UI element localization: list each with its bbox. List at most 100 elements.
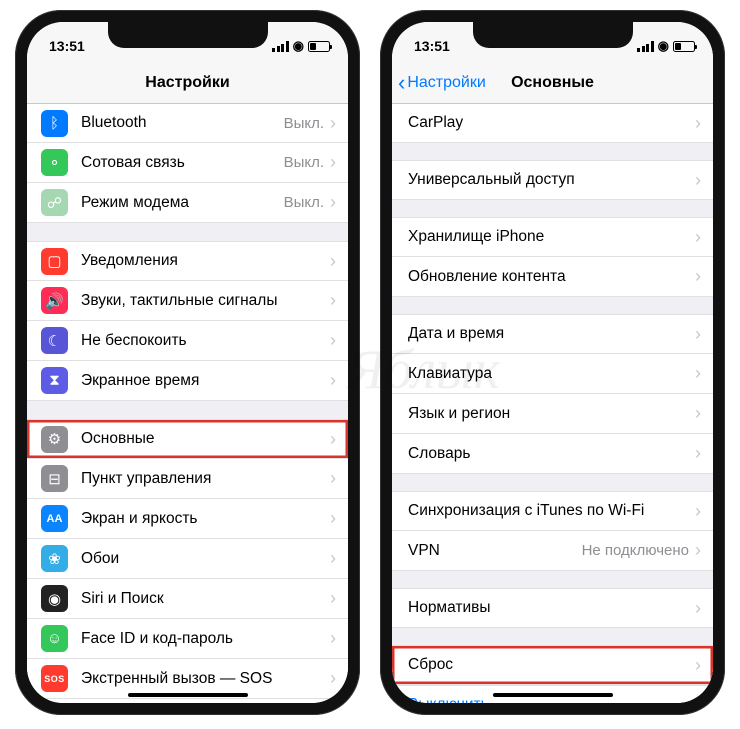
settings-row[interactable]: Дата и время› — [392, 314, 713, 354]
row-label: Не беспокоить — [81, 332, 330, 350]
settings-list[interactable]: ᛒBluetoothВыкл.›⚬Сотовая связьВыкл.›☍Реж… — [27, 104, 348, 703]
battery-icon — [308, 41, 330, 52]
row-label: Режим модема — [81, 194, 284, 212]
row-label: Выключить — [408, 696, 701, 703]
chevron-right-icon: › — [695, 443, 701, 464]
chevron-right-icon: › — [695, 324, 701, 345]
row-label: Экран и яркость — [81, 510, 330, 528]
settings-row[interactable]: ☺Face ID и код-пароль› — [27, 619, 348, 659]
chevron-right-icon: › — [330, 192, 336, 213]
settings-row[interactable]: ⚙Основные› — [27, 419, 348, 459]
settings-row[interactable]: ☍Режим модемаВыкл.› — [27, 183, 348, 223]
chevron-left-icon: ‹ — [398, 72, 405, 94]
home-indicator[interactable] — [493, 693, 613, 698]
settings-row[interactable]: Клавиатура› — [392, 354, 713, 394]
row-label: Дата и время — [408, 325, 695, 343]
phone-right: 13:51 ◉ ‹ Настройки Основные CarPlay›Уни… — [380, 10, 725, 715]
chevron-right-icon: › — [330, 113, 336, 134]
row-label: Обновление контента — [408, 268, 695, 286]
sounds-icon: 🔊 — [41, 287, 68, 314]
settings-row[interactable]: CarPlay› — [392, 104, 713, 143]
dnd-icon: ☾ — [41, 327, 68, 354]
notch — [108, 22, 268, 48]
settings-row[interactable]: Хранилище iPhone› — [392, 217, 713, 257]
back-button[interactable]: ‹ Настройки — [398, 62, 486, 103]
row-label: Сотовая связь — [81, 154, 284, 172]
chevron-right-icon: › — [330, 152, 336, 173]
chevron-right-icon: › — [330, 548, 336, 569]
row-label: Хранилище iPhone — [408, 228, 695, 246]
general-icon: ⚙ — [41, 426, 68, 453]
bluetooth-icon: ᛒ — [41, 110, 68, 137]
chevron-right-icon: › — [695, 540, 701, 561]
status-time: 13:51 — [414, 38, 450, 54]
hotspot-icon: ☍ — [41, 189, 68, 216]
navbar: Настройки — [27, 62, 348, 104]
row-label: Словарь — [408, 445, 695, 463]
settings-row[interactable]: ⊟Пункт управления› — [27, 459, 348, 499]
row-label: Экстренный вызов — SOS — [81, 670, 330, 688]
row-label: Язык и регион — [408, 405, 695, 423]
navbar: ‹ Настройки Основные — [392, 62, 713, 104]
settings-row[interactable]: ☾ Не беспокоить› — [27, 321, 348, 361]
settings-row[interactable]: Нормативы› — [392, 588, 713, 628]
settings-row[interactable]: ⧗Экранное время› — [27, 361, 348, 401]
home-indicator[interactable] — [128, 693, 248, 698]
chevron-right-icon: › — [695, 227, 701, 248]
chevron-right-icon: › — [330, 429, 336, 450]
cellular-icon: ⚬ — [41, 149, 68, 176]
chevron-right-icon: › — [695, 598, 701, 619]
settings-row[interactable]: Язык и регион› — [392, 394, 713, 434]
settings-row[interactable]: ᛒBluetoothВыкл.› — [27, 104, 348, 143]
chevron-right-icon: › — [330, 588, 336, 609]
row-value: Выкл. — [284, 154, 324, 171]
row-label: Обои — [81, 550, 330, 568]
faceid-icon: ☺ — [41, 625, 68, 652]
notifications-icon: ▢ — [41, 248, 68, 275]
chevron-right-icon: › — [695, 113, 701, 134]
settings-row[interactable]: Обновление контента› — [392, 257, 713, 297]
navbar-title: Настройки — [145, 74, 229, 92]
chevron-right-icon: › — [695, 403, 701, 424]
row-label: CarPlay — [408, 114, 695, 132]
chevron-right-icon: › — [330, 508, 336, 529]
sos-icon: SOS — [41, 665, 68, 692]
chevron-right-icon: › — [695, 170, 701, 191]
control-center-icon: ⊟ — [41, 465, 68, 492]
siri-icon: ◉ — [41, 585, 68, 612]
row-label: Экранное время — [81, 372, 330, 390]
back-label: Настройки — [407, 74, 485, 92]
settings-row[interactable]: VPNНе подключено › — [392, 531, 713, 571]
phone-left: 13:51 ◉ Настройки ᛒBluetoothВыкл.›⚬Сотов… — [15, 10, 360, 715]
settings-row[interactable]: ▢ Уведомления› — [27, 241, 348, 281]
row-label: Универсальный доступ — [408, 171, 695, 189]
settings-row[interactable]: Сброс› — [392, 645, 713, 685]
row-label: Siri и Поиск — [81, 590, 330, 608]
row-label: Синхронизация с iTunes по Wi-Fi — [408, 502, 695, 520]
row-label: Звуки, тактильные сигналы — [81, 292, 330, 310]
settings-row[interactable]: AA Экран и яркость› — [27, 499, 348, 539]
row-value: Не подключено — [582, 542, 689, 559]
row-label: Face ID и код-пароль — [81, 630, 330, 648]
settings-row[interactable]: ❀ Обои› — [27, 539, 348, 579]
settings-row[interactable]: ▮Аккумулятор› — [27, 699, 348, 703]
settings-row[interactable]: Универсальный доступ› — [392, 160, 713, 200]
wifi-icon: ◉ — [293, 39, 304, 52]
wallpaper-icon: ❀ — [41, 545, 68, 572]
display-icon: AA — [41, 505, 68, 532]
row-value: Выкл. — [284, 115, 324, 132]
general-list[interactable]: CarPlay›Универсальный доступ›Хранилище i… — [392, 104, 713, 703]
row-label: Уведомления — [81, 252, 330, 270]
chevron-right-icon: › — [330, 330, 336, 351]
row-label: VPN — [408, 542, 582, 560]
chevron-right-icon: › — [695, 501, 701, 522]
status-time: 13:51 — [49, 38, 85, 54]
settings-row[interactable]: Синхронизация с iTunes по Wi-Fi› — [392, 491, 713, 531]
row-label: Нормативы — [408, 599, 695, 617]
settings-row[interactable]: ◉ Siri и Поиск› — [27, 579, 348, 619]
settings-row[interactable]: ⚬ Сотовая связьВыкл. › — [27, 143, 348, 183]
settings-row[interactable]: Словарь› — [392, 434, 713, 474]
settings-row[interactable]: 🔊Звуки, тактильные сигналы› — [27, 281, 348, 321]
chevron-right-icon: › — [695, 363, 701, 384]
chevron-right-icon: › — [330, 251, 336, 272]
